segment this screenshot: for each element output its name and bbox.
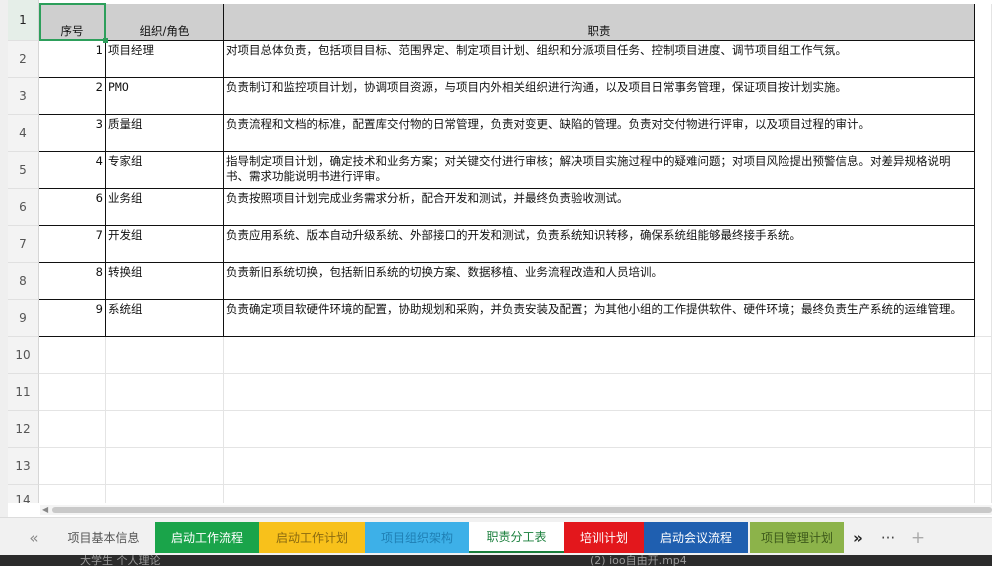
- tab-training-plan[interactable]: 培训计划: [564, 522, 644, 553]
- tab-startup-workflow[interactable]: 启动工作流程: [155, 522, 259, 553]
- cell-duty[interactable]: 负责按照项目计划完成业务需求分析，配合开发和测试，并最终负责验收测试。: [224, 189, 975, 226]
- empty-cell[interactable]: [224, 337, 975, 374]
- empty-cell[interactable]: [975, 374, 992, 411]
- background-text-left: 大学生 个人理论: [80, 555, 161, 566]
- row-header-10[interactable]: 10: [8, 337, 39, 374]
- empty-cell[interactable]: [224, 374, 975, 411]
- tab-startup-work-plan[interactable]: 启动工作计划: [259, 522, 365, 553]
- header-cell-role[interactable]: 组织/角色: [106, 4, 224, 41]
- empty-cell[interactable]: [224, 411, 975, 448]
- next-tabs-icon[interactable]: »: [846, 522, 870, 553]
- cell-role[interactable]: 质量组: [106, 115, 224, 152]
- empty-cell[interactable]: [39, 448, 106, 485]
- cell-index[interactable]: 1: [39, 41, 106, 78]
- background-text-right: (2) ioo自由开.mp4: [590, 555, 687, 566]
- cell-index[interactable]: 9: [39, 300, 106, 337]
- more-tabs-icon[interactable]: ···: [876, 522, 900, 553]
- cell-index[interactable]: 8: [39, 263, 106, 300]
- empty-cell[interactable]: [975, 485, 992, 503]
- tab-project-management-plan[interactable]: 项目管理计划: [750, 522, 844, 553]
- cell-role[interactable]: PMO: [106, 78, 224, 115]
- tab-project-basic-info[interactable]: 项目基本信息: [52, 522, 155, 553]
- empty-cell[interactable]: [975, 448, 992, 485]
- cell-role[interactable]: 业务组: [106, 189, 224, 226]
- tab-kickoff-meeting-flow[interactable]: 启动会议流程: [644, 522, 748, 553]
- horizontal-scrollbar[interactable]: ◀: [40, 505, 992, 515]
- row-header-2[interactable]: 2: [8, 41, 39, 78]
- cell-index[interactable]: 6: [39, 189, 106, 226]
- cell-duty[interactable]: 负责制订和监控项目计划，协调项目资源，与项目内外相关组织进行沟通，以及项目日常事…: [224, 78, 975, 115]
- empty-column-d[interactable]: [975, 4, 992, 337]
- empty-cell[interactable]: [39, 485, 106, 503]
- tab-responsibility-table[interactable]: 职责分工表: [469, 522, 564, 553]
- cell-duty[interactable]: 负责应用系统、版本自动升级系统、外部接口的开发和测试，负责系统知识转移，确保系统…: [224, 226, 975, 263]
- background-window-strip: 大学生 个人理论 (2) ioo自由开.mp4: [0, 555, 992, 566]
- row-header-12[interactable]: 12: [8, 411, 39, 448]
- prev-tabs-icon[interactable]: «: [22, 522, 46, 553]
- cell-duty[interactable]: 对项目总体负责，包括项目目标、范围界定、制定项目计划、组织和分派项目任务、控制项…: [224, 41, 975, 78]
- row-header-6[interactable]: 6: [8, 189, 39, 226]
- empty-cell[interactable]: [106, 374, 224, 411]
- scroll-left-arrow-icon[interactable]: ◀: [42, 505, 48, 514]
- empty-cell[interactable]: [975, 337, 992, 374]
- cell-index[interactable]: 3: [39, 115, 106, 152]
- row-header-11[interactable]: 11: [8, 374, 39, 411]
- row-header-14[interactable]: 14: [8, 485, 39, 503]
- cell-role[interactable]: 转换组: [106, 263, 224, 300]
- empty-cell[interactable]: [975, 411, 992, 448]
- cell-role[interactable]: 开发组: [106, 226, 224, 263]
- header-cell-duty[interactable]: 职责: [224, 4, 975, 41]
- cell-index[interactable]: 7: [39, 226, 106, 263]
- sheet-tab-bar: « 项目基本信息 启动工作流程 启动工作计划 项目组织架构 职责分工表 培训计划…: [0, 517, 992, 556]
- row-header-7[interactable]: 7: [8, 226, 39, 263]
- row-header-1[interactable]: 1: [8, 0, 39, 41]
- cell-duty[interactable]: 负责新旧系统切换，包括新旧系统的切换方案、数据移植、业务流程改造和人员培训。: [224, 263, 975, 300]
- row-header-13[interactable]: 13: [8, 448, 39, 485]
- empty-cell[interactable]: [106, 485, 224, 503]
- cell-role[interactable]: 专家组: [106, 152, 224, 189]
- empty-cell[interactable]: [106, 411, 224, 448]
- empty-cell[interactable]: [39, 337, 106, 374]
- cell-duty[interactable]: 指导制定项目计划，确定技术和业务方案；对关键交付进行审核；解决项目实施过程中的疑…: [224, 152, 975, 189]
- row-header-5[interactable]: 5: [8, 152, 39, 189]
- row-header-8[interactable]: 8: [8, 263, 39, 300]
- header-cell-index[interactable]: 序号: [39, 4, 106, 41]
- empty-cell[interactable]: [224, 448, 975, 485]
- scrollbar-thumb[interactable]: [52, 507, 992, 513]
- row-header-3[interactable]: 3: [8, 78, 39, 115]
- empty-cell[interactable]: [39, 411, 106, 448]
- empty-cell[interactable]: [224, 485, 975, 503]
- row-header-4[interactable]: 4: [8, 115, 39, 152]
- cell-duty[interactable]: 负责确定项目软硬件环境的配置，协助规划和采购，并负责安装及配置；为其他小组的工作…: [224, 300, 975, 337]
- cell-index[interactable]: 4: [39, 152, 106, 189]
- add-sheet-icon[interactable]: +: [906, 522, 930, 553]
- window-left-edge: [0, 0, 8, 566]
- row-header-9[interactable]: 9: [8, 300, 39, 337]
- empty-cell[interactable]: [106, 448, 224, 485]
- cell-duty[interactable]: 负责流程和文档的标准，配置库交付物的日常管理，负责对变更、缺陷的管理。负责对交付…: [224, 115, 975, 152]
- cell-index[interactable]: 2: [39, 78, 106, 115]
- cell-role[interactable]: 项目经理: [106, 41, 224, 78]
- empty-cell[interactable]: [106, 337, 224, 374]
- tab-project-org-structure[interactable]: 项目组织架构: [365, 522, 469, 553]
- empty-cell[interactable]: [39, 374, 106, 411]
- spreadsheet-grid[interactable]: 1 2 3 4 5 6 7 8 9 10 11 12 13 14 序号 组织/角…: [8, 0, 992, 503]
- cell-role[interactable]: 系统组: [106, 300, 224, 337]
